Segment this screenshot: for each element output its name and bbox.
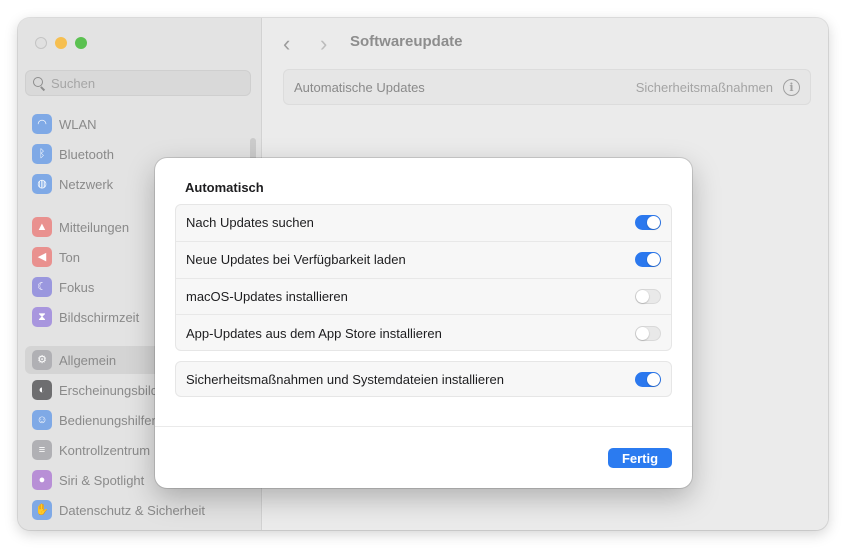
automatic-updates-dialog: Automatisch Nach Updates suchen Neue Upd… (155, 158, 692, 488)
accessibility-icon: ☺ (32, 410, 52, 430)
sidebar-item-label: Bluetooth (59, 146, 114, 162)
sidebar-item-label: Allgemein (59, 352, 117, 368)
sidebar-item-label: Datenschutz & Sicherheit (59, 502, 205, 518)
zoom-button[interactable] (75, 37, 87, 49)
control-center-icon: ≡ (32, 440, 52, 460)
toggle-knob (636, 327, 649, 341)
automatic-updates-row[interactable]: Automatische Updates Sicherheitsmaßnahme… (283, 69, 811, 105)
dialog-title: Automatisch (185, 180, 264, 195)
minimize-button[interactable] (55, 37, 67, 49)
search-field[interactable] (25, 70, 251, 96)
download-updates-toggle[interactable] (635, 252, 661, 268)
sidebar-item-wlan[interactable]: ◠ WLAN (25, 110, 247, 138)
toggle-knob (647, 372, 660, 386)
security-options-group: Sicherheitsmaßnahmen und Systemdateien i… (175, 361, 672, 397)
option-label: macOS-Updates installieren (186, 288, 348, 304)
option-row: Nach Updates suchen (176, 205, 671, 242)
sidebar-item-label: Mitteilungen (59, 219, 130, 235)
info-icon[interactable]: i (783, 78, 800, 96)
security-responses-toggle[interactable] (635, 371, 661, 387)
window-controls (35, 37, 87, 49)
globe-icon: ◍ (32, 174, 52, 194)
option-row: macOS-Updates installieren (176, 279, 671, 316)
speaker-icon: ◀ (32, 247, 52, 267)
sidebar-item-label: Siri & Spotlight (59, 472, 145, 488)
option-label: Sicherheitsmaßnahmen und Systemdateien i… (186, 371, 504, 387)
siri-icon: ● (32, 470, 52, 490)
appearance-icon: ◐ (32, 380, 52, 400)
option-row: Neue Updates bei Verfügbarkeit laden (176, 242, 671, 279)
sidebar-item-label: Erscheinungsbild (59, 382, 159, 398)
dialog-divider (155, 426, 692, 427)
sidebar-item-label: WLAN (59, 116, 97, 132)
sidebar-item-label: Ton (59, 249, 80, 265)
page-title: Softwareupdate (350, 33, 463, 50)
automatic-updates-value: Sicherheitsmaßnahmen (635, 79, 773, 95)
sidebar-item-label: Bedienungshilfen (59, 412, 159, 428)
close-button[interactable] (35, 37, 47, 49)
install-macos-updates-toggle[interactable] (635, 288, 661, 304)
option-label: Nach Updates suchen (186, 215, 314, 231)
forward-chevron-icon[interactable]: › (320, 33, 327, 55)
install-app-updates-toggle[interactable] (635, 326, 661, 342)
bell-icon: ▲ (32, 217, 52, 237)
option-label: Neue Updates bei Verfügbarkeit laden (186, 252, 406, 268)
moon-icon: ☾ (32, 277, 52, 297)
automatic-updates-label: Automatische Updates (294, 79, 425, 95)
option-row: App-Updates aus dem App Store installier… (176, 315, 671, 352)
hand-icon: ✋ (32, 500, 52, 520)
search-input[interactable] (51, 75, 231, 91)
back-chevron-icon[interactable]: ‹ (283, 33, 290, 55)
sidebar-item-label: Fokus (59, 279, 95, 295)
sidebar-item-label: Kontrollzentrum (59, 442, 151, 458)
sidebar-item-label: Netzwerk (59, 176, 114, 192)
hourglass-icon: ⧗ (32, 307, 52, 327)
sidebar-item-datenschutz[interactable]: ✋ Datenschutz & Sicherheit (25, 496, 247, 524)
bluetooth-icon: ᛒ (32, 144, 52, 164)
wifi-icon: ◠ (32, 114, 52, 134)
toggle-knob (647, 216, 660, 230)
search-icon (33, 77, 45, 89)
update-options-group: Nach Updates suchen Neue Updates bei Ver… (175, 204, 672, 351)
option-row: Sicherheitsmaßnahmen und Systemdateien i… (176, 362, 671, 396)
gear-icon: ⚙ (32, 350, 52, 370)
done-button[interactable]: Fertig (608, 448, 672, 468)
check-updates-toggle[interactable] (635, 215, 661, 231)
option-label: App-Updates aus dem App Store installier… (186, 326, 442, 342)
toggle-knob (647, 253, 660, 267)
sidebar-item-label: Bildschirmzeit (59, 309, 140, 325)
toggle-knob (636, 289, 649, 303)
